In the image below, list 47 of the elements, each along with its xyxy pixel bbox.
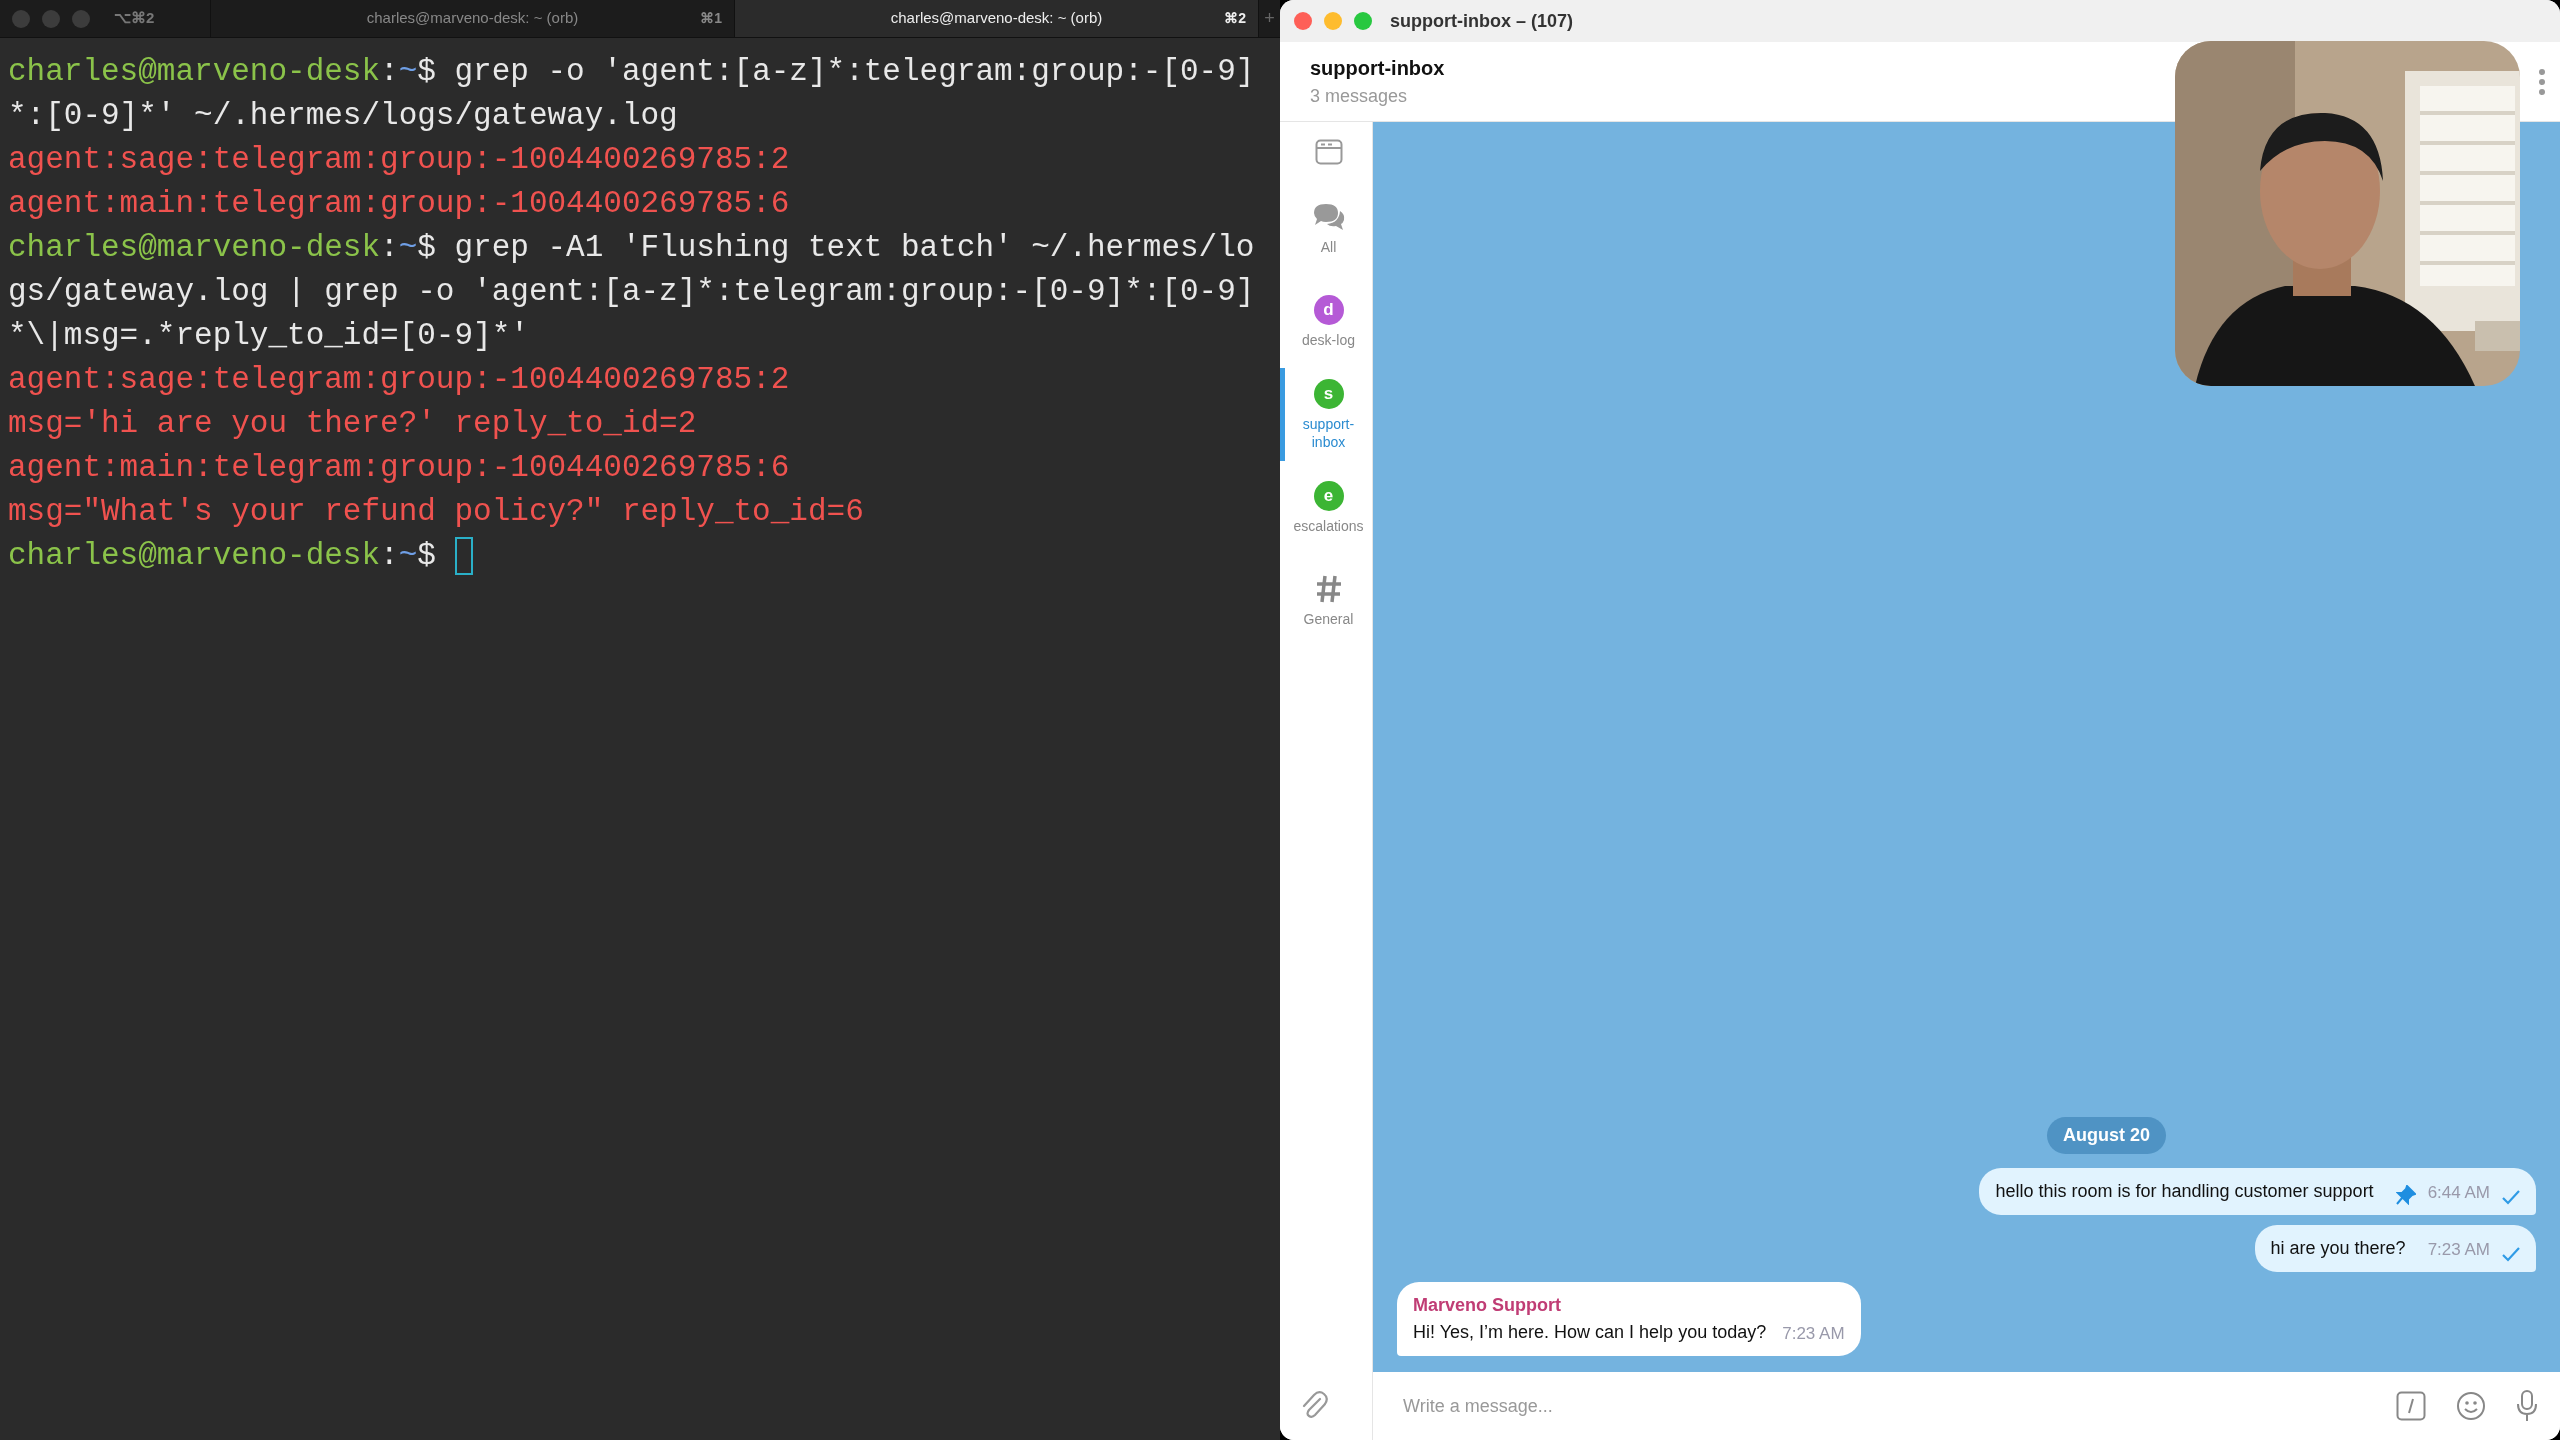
date-chip: August 20 [2047, 1117, 2166, 1154]
terminal-line: agent:sage:telegram:group:-1004400269785:2 [8, 361, 791, 399]
message-text: Hi! Yes, I’m here. How can I help you today? [1413, 1321, 1767, 1344]
terminal-cursor [454, 537, 473, 575]
terminal-line: msg='hi are you there?' reply_to_id=2 [8, 405, 698, 443]
commands-icon[interactable] [2396, 1391, 2426, 1421]
terminal-line: agent:main:telegram:group:-1004400269785:6 [8, 185, 791, 223]
emoji-icon[interactable] [2456, 1391, 2486, 1421]
close-window-button[interactable] [12, 9, 30, 28]
terminal-line: agent:sage:telegram:group:-1004400269785:2 [8, 141, 791, 179]
sidebar-item[interactable]: All [1280, 182, 1372, 275]
message-time: 7:23 AM [2427, 1238, 2490, 1261]
message-input[interactable]: Write a message... [1363, 1381, 2396, 1431]
microphone-icon[interactable] [2516, 1390, 2538, 1422]
terminal-prompt: charles@marveno-desk:~$ [8, 537, 437, 575]
window-icon [1314, 139, 1343, 165]
chat-avatar: e [1313, 480, 1344, 511]
chat-bubbles-icon [1311, 201, 1346, 232]
message-time: 7:23 AM [1782, 1322, 1845, 1345]
close-window-button[interactable] [1294, 12, 1312, 30]
chat-title: support-inbox [1310, 56, 1445, 81]
sidebar-item[interactable]: e escalations [1280, 461, 1372, 554]
sender-name: Marveno Support [1413, 1294, 1562, 1317]
check-icon [2502, 1189, 2520, 1205]
chat-avatar: s [1313, 378, 1344, 409]
sidebar-item[interactable]: General [1280, 554, 1372, 647]
attach-icon[interactable] [1300, 1390, 1328, 1420]
message-text: hi are you there? [2270, 1237, 2406, 1260]
more-options-icon[interactable] [2538, 67, 2546, 96]
window-title: support-inbox – (107) [1390, 9, 1573, 33]
terminal-line: msg="What's your refund policy?" reply_to_id=6 [8, 493, 865, 531]
zoom-window-button[interactable] [72, 9, 90, 28]
hash-icon [1314, 573, 1343, 604]
zoom-window-button[interactable] [1354, 12, 1372, 30]
terminal-line: charles@marveno-desk:~$ grep -o 'agent:[a-z]*:telegram:group:-[0-9]*:[0-9]*' ~/.hermes/logs/gateway.log [8, 53, 1256, 135]
terminal-line: charles@marveno-desk:~$ grep -A1 'Flushing text batch' ~/.hermes/logs/gateway.log | grep -o 'agent:[a-z]*:telegram:group:-[0-9]*:[0-9]*\|msg=.*reply_to_id=[0-9]*' [8, 229, 1256, 355]
minimize-window-button[interactable] [42, 9, 60, 28]
check-icon [2502, 1246, 2520, 1262]
chat-avatar: d [1313, 294, 1344, 325]
sidebar-item[interactable]: d desk-log [1280, 275, 1372, 368]
terminal-line: agent:main:telegram:group:-1004400269785:6 [8, 449, 791, 487]
message-time: 6:44 AM [2427, 1181, 2490, 1204]
message-text: hello this room is for handling customer support [1995, 1180, 2374, 1203]
terminal-tab[interactable]: charles@marveno-desk: ~ (orb) ⌘2 [734, 0, 1258, 37]
window-shortcut: ⌥⌘2 [114, 8, 155, 29]
message-count: 3 messages [1310, 85, 1409, 108]
minimize-window-button[interactable] [1324, 12, 1342, 30]
